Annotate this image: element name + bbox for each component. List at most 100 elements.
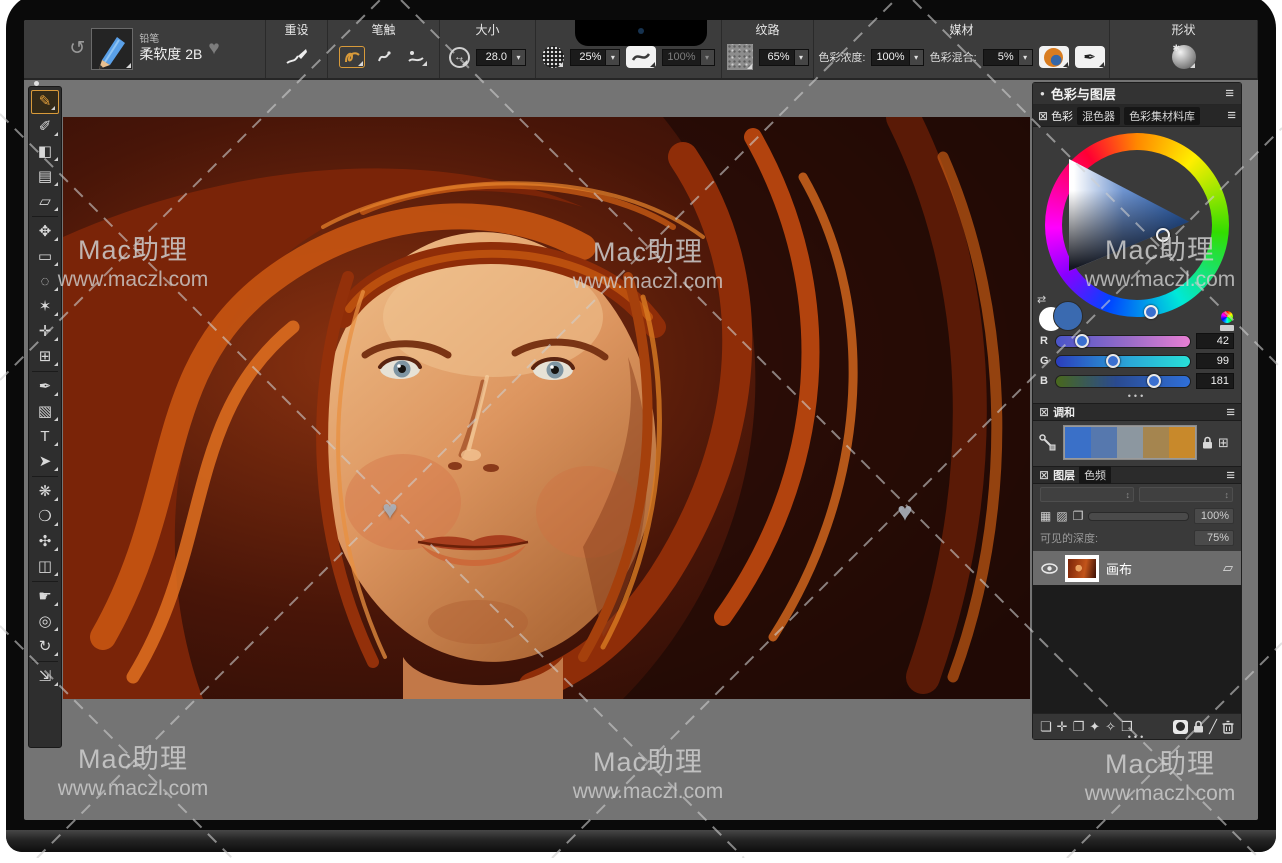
tab-color[interactable]: ⊠ 色彩: [1038, 108, 1073, 124]
media-color-button[interactable]: [1039, 46, 1069, 68]
panel-header[interactable]: ● 色彩与图层 ≡: [1033, 83, 1241, 105]
toolbox-divider: [32, 371, 58, 372]
reset-brush-icon[interactable]: [285, 47, 309, 67]
green-slider[interactable]: [1055, 355, 1191, 368]
shape-sphere-icon[interactable]: ✱: [1172, 45, 1196, 69]
grain-value-field[interactable]: 65%: [759, 49, 795, 66]
layer-opacity-value[interactable]: 100%: [1194, 508, 1234, 524]
red-slider[interactable]: [1055, 335, 1191, 348]
red-value[interactable]: 42: [1196, 333, 1234, 349]
canvas-document[interactable]: [63, 117, 1030, 699]
straight-line-stroke-button[interactable]: [371, 46, 397, 68]
add-swatch-icon[interactable]: ⊞: [1218, 435, 1229, 451]
panel-menu-icon[interactable]: ≡: [1225, 85, 1234, 102]
tool-mirror-painting[interactable]: ❍: [29, 504, 61, 529]
swap-colors-icon[interactable]: ⇄: [1037, 293, 1046, 306]
color-strength-field[interactable]: 100%: [871, 49, 909, 66]
tool-rotate-page[interactable]: ↻: [29, 634, 61, 659]
tool-transform[interactable]: ✛: [29, 319, 61, 344]
tool-eraser[interactable]: ▱: [29, 189, 61, 214]
color-wheel[interactable]: [1045, 133, 1229, 317]
tool-dropper[interactable]: ✐: [29, 114, 61, 139]
opacity-value-field[interactable]: 25%: [570, 49, 606, 66]
tool-layer-adjuster[interactable]: ✥: [29, 219, 61, 244]
harmony-menu-icon[interactable]: ≡: [1226, 404, 1235, 421]
main-color-swatch[interactable]: [1053, 301, 1083, 331]
tool-watercolor[interactable]: ✣: [29, 529, 61, 554]
tab-mixer[interactable]: 混色器: [1077, 107, 1120, 125]
blue-value[interactable]: 181: [1196, 373, 1234, 389]
harmony-swatch[interactable]: [1117, 427, 1143, 458]
new-layer-icon[interactable]: ❐: [1073, 719, 1085, 735]
new-watercolor-layer-icon[interactable]: ✦: [1089, 719, 1100, 735]
color-tabs-menu-icon[interactable]: ≡: [1227, 107, 1236, 124]
favorite-heart-icon[interactable]: ♥: [208, 38, 219, 60]
tab-channels[interactable]: 色频: [1079, 466, 1111, 484]
layer-visibility-eye-icon[interactable]: [1041, 563, 1058, 574]
tool-crop[interactable]: ⊞: [29, 344, 61, 369]
tool-rectangular-shape[interactable]: ▧: [29, 399, 61, 424]
layers-header[interactable]: ⊠ 图层 色频 ≡: [1033, 466, 1241, 484]
layer-row-canvas[interactable]: 画布 ▱: [1033, 551, 1241, 585]
color-set-stamp-icon[interactable]: [1219, 311, 1235, 331]
restore-default-brush-icon[interactable]: ↺: [69, 37, 85, 60]
tool-pen[interactable]: ✒: [29, 374, 61, 399]
tool-brush[interactable]: ✎: [31, 90, 59, 114]
tool-paint-bucket[interactable]: ◧: [29, 139, 61, 164]
opacity-sphere-icon[interactable]: [542, 46, 564, 68]
layer-commands-icon[interactable]: ✛: [1057, 719, 1068, 735]
dynamic-plugins-icon[interactable]: ❏: [1040, 719, 1052, 735]
size-arrows-icon[interactable]: ↔: [449, 47, 470, 68]
lock-icon[interactable]: [1202, 436, 1213, 449]
size-dropdown-arrow[interactable]: ▾: [512, 49, 526, 66]
size-value-field[interactable]: 28.0: [476, 49, 512, 66]
tool-gradient[interactable]: ▤: [29, 164, 61, 189]
sv-knob[interactable]: [1156, 228, 1170, 242]
brush-thumbnail[interactable]: [91, 28, 133, 70]
pick-up-underlying-icon[interactable]: ❐: [1073, 509, 1084, 523]
new-liquid-ink-layer-icon[interactable]: ✧: [1105, 719, 1116, 735]
layer-mask-icon[interactable]: [1173, 720, 1188, 734]
tool-navigator[interactable]: ⇲: [29, 664, 61, 689]
panel-resize-dots[interactable]: •••: [1033, 391, 1241, 403]
green-value[interactable]: 99: [1196, 353, 1234, 369]
grain-dropdown-arrow[interactable]: ▾: [795, 49, 809, 66]
lock-layer-icon[interactable]: [1193, 720, 1204, 733]
tool-grabber[interactable]: ☛: [29, 584, 61, 609]
tool-shape-selection[interactable]: ➤: [29, 449, 61, 474]
delete-layer-trash-icon[interactable]: [1222, 720, 1234, 734]
tool-magic-wand[interactable]: ✶: [29, 294, 61, 319]
bottom-resize-dots[interactable]: •••: [1128, 732, 1146, 742]
grain-texture-thumbnail[interactable]: [727, 44, 753, 70]
harmony-swatch[interactable]: [1143, 427, 1169, 458]
checkbox-icon[interactable]: ⊠: [1039, 468, 1049, 482]
color-strength-arrow[interactable]: ▾: [910, 49, 924, 66]
layer-opacity-slider[interactable]: [1088, 512, 1189, 521]
media-marker-button[interactable]: ✒: [1075, 46, 1105, 68]
tool-lasso[interactable]: ◌: [29, 269, 61, 294]
harmony-swatch[interactable]: [1091, 427, 1117, 458]
freehand-stroke-button[interactable]: [339, 46, 365, 68]
smoothing-button[interactable]: [626, 46, 656, 68]
dither-icon[interactable]: ▦: [1040, 509, 1051, 523]
harmony-link-icon[interactable]: [1038, 433, 1058, 453]
tool-text[interactable]: T: [29, 424, 61, 449]
harmony-header[interactable]: ⊠ 调和 ≡: [1033, 403, 1241, 421]
tab-color-library[interactable]: 色彩集材料库: [1124, 107, 1200, 125]
color-blend-field[interactable]: 5%: [983, 49, 1019, 66]
harmony-swatch[interactable]: [1169, 427, 1195, 458]
checkbox-icon[interactable]: ⊠: [1039, 405, 1049, 419]
tool-image-hose[interactable]: ❋: [29, 479, 61, 504]
toolbox-handle-dot[interactable]: [34, 81, 39, 86]
stroke-options-button[interactable]: [403, 46, 429, 68]
opacity-dropdown-arrow[interactable]: ▾: [606, 49, 620, 66]
tool-rectangular-selection[interactable]: ▭: [29, 244, 61, 269]
harmony-swatch[interactable]: [1065, 427, 1091, 458]
preserve-transparency-icon[interactable]: ▨: [1056, 509, 1067, 523]
blue-slider[interactable]: [1055, 375, 1191, 388]
layers-menu-icon[interactable]: ≡: [1226, 467, 1235, 484]
tool-perspective-guides[interactable]: ◫: [29, 554, 61, 579]
visible-depth-value[interactable]: 75%: [1194, 530, 1234, 546]
tool-magnifier[interactable]: ◎: [29, 609, 61, 634]
color-blend-arrow[interactable]: ▾: [1019, 49, 1033, 66]
